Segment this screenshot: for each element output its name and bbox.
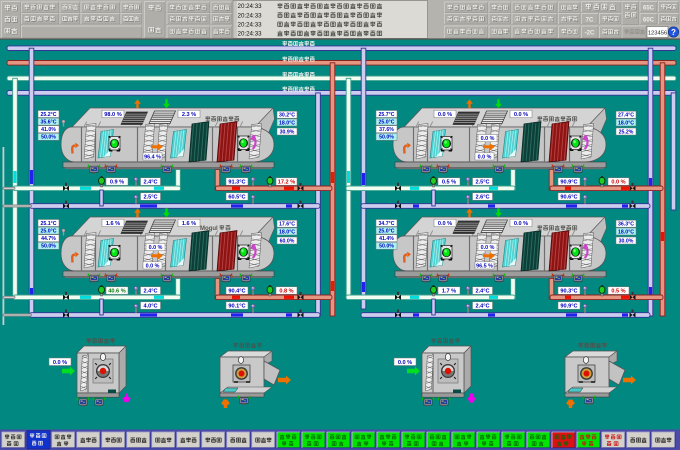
svg-text:20:24:33: 20:24:33 [238,3,263,10]
svg-text:20:24:33: 20:24:33 [238,31,263,38]
svg-text:60.0%: 60.0% [280,238,295,244]
svg-text:98.0 %: 98.0 % [104,112,121,118]
svg-text:90.9°C: 90.9°C [560,304,577,310]
svg-text:0.0 %: 0.0 % [438,221,452,227]
svg-text:1.7 %: 1.7 % [442,289,456,295]
svg-text:2.4°C: 2.4°C [475,289,489,295]
svg-text:0.5 %: 0.5 % [611,289,625,295]
svg-text:90.9°C: 90.9°C [560,180,577,186]
svg-text:18.0°C: 18.0°C [279,229,295,235]
svg-text:90.3°C: 90.3°C [560,289,577,295]
svg-text:41.0%: 41.0% [41,127,56,133]
svg-text:90.4°C: 90.4°C [228,289,245,295]
svg-text:50.0%: 50.0% [41,244,56,250]
svg-text:0.8 %: 0.8 % [279,289,293,295]
svg-text:7C: 7C [586,18,594,24]
svg-text:0.0 %: 0.0 % [514,112,528,118]
svg-text:37.6%: 37.6% [379,127,394,133]
svg-text:17.2 %: 17.2 % [278,180,295,186]
svg-text:0.0 %: 0.0 % [146,263,160,269]
svg-text:25.2%: 25.2% [619,129,634,135]
svg-text:90.6°C: 90.6°C [560,195,577,201]
svg-text:0.0 %: 0.0 % [398,360,412,366]
svg-text:36.3°C: 36.3°C [618,222,634,228]
svg-text:0.0 %: 0.0 % [514,221,528,227]
svg-text:0.5 %: 0.5 % [442,180,456,186]
svg-text:34.7°C: 34.7°C [379,221,395,227]
svg-text:50.0%: 50.0% [41,135,56,141]
svg-text:2.4°C: 2.4°C [143,180,157,186]
svg-text:0.0 %: 0.0 % [53,360,67,366]
svg-text:18.0°C: 18.0°C [618,229,634,235]
svg-text:25.1°C: 25.1°C [41,221,57,227]
svg-text:0.0 %: 0.0 % [438,112,452,118]
svg-text:25.0°C: 25.0°C [379,119,395,125]
svg-text:0.0 %: 0.0 % [611,180,625,186]
svg-text:50.0%: 50.0% [379,244,394,250]
svg-text:?: ? [671,28,676,37]
svg-text:4.0°C: 4.0°C [143,304,157,310]
svg-text:2.5°C: 2.5°C [475,180,489,186]
svg-text:27.4°C: 27.4°C [618,113,634,119]
svg-text:30.2°C: 30.2°C [279,113,295,119]
svg-text:Mogul: Mogul [200,226,218,232]
svg-text:96.5 %: 96.5 % [476,263,493,269]
svg-text:65C: 65C [643,6,655,12]
svg-text:35.6°C: 35.6°C [41,119,57,125]
svg-text:50.0%: 50.0% [379,135,394,141]
svg-text:2.3 %: 2.3 % [182,112,196,118]
svg-text:0.0 %: 0.0 % [481,245,495,251]
svg-text:25.2°C: 25.2°C [41,112,57,118]
svg-text:123456: 123456 [648,31,667,37]
svg-text:41.4%: 41.4% [379,236,394,242]
svg-text:25.0°C: 25.0°C [379,228,395,234]
svg-text:0.0 %: 0.0 % [478,154,492,160]
svg-text:30.9%: 30.9% [280,129,295,135]
svg-text:30.0%: 30.0% [619,238,634,244]
svg-text:-2C: -2C [585,31,595,37]
svg-text:40.6 %: 40.6 % [108,289,125,295]
svg-text:0.9 %: 0.9 % [110,180,124,186]
svg-text:20:24:33: 20:24:33 [238,21,263,28]
svg-text:18.0°C: 18.0°C [279,120,295,126]
svg-text:0.0 %: 0.0 % [149,245,163,251]
svg-text:96.4 %: 96.4 % [144,154,161,160]
svg-text:25.0°C: 25.0°C [41,228,57,234]
svg-text:60.5°C: 60.5°C [228,195,245,201]
svg-text:2.5°C: 2.5°C [143,195,157,201]
svg-text:60C: 60C [643,18,655,24]
svg-text:90.1°C: 90.1°C [228,304,245,310]
svg-text:1.6 %: 1.6 % [182,221,196,227]
svg-text:2.6°C: 2.6°C [475,195,489,201]
svg-text:2.4°C: 2.4°C [143,289,157,295]
svg-text:0.0 %: 0.0 % [481,136,495,142]
svg-text:17.6°C: 17.6°C [279,222,295,228]
svg-text:2.4°C: 2.4°C [475,304,489,310]
svg-text:20:24:33: 20:24:33 [238,12,263,19]
svg-text:25.7°C: 25.7°C [379,112,395,118]
svg-text:1.6 %: 1.6 % [106,221,120,227]
svg-text:91.3°C: 91.3°C [228,180,245,186]
svg-text:44.7%: 44.7% [41,236,56,242]
svg-text:18.0°C: 18.0°C [618,120,634,126]
